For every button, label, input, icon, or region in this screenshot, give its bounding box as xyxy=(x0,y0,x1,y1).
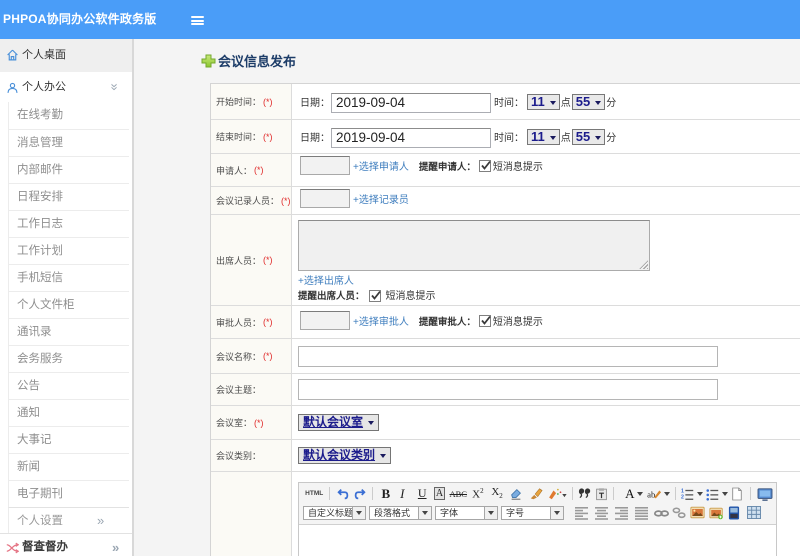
svg-text:2: 2 xyxy=(681,494,684,500)
svg-text:ab: ab xyxy=(647,489,656,499)
